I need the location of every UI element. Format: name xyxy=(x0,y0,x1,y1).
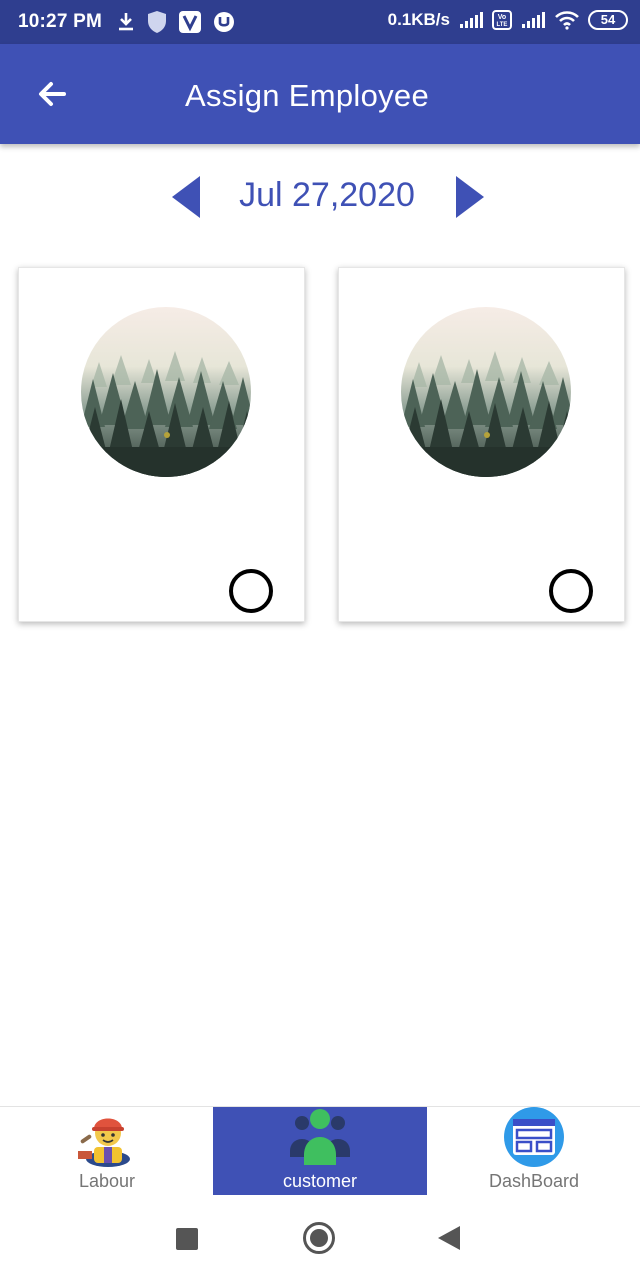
app-bar: Assign Employee xyxy=(0,44,640,144)
shield-icon xyxy=(148,11,166,33)
next-date-button[interactable] xyxy=(452,174,486,220)
system-navigation-bar xyxy=(0,1196,640,1280)
dashboard-icon xyxy=(504,1107,564,1167)
employee-card[interactable] xyxy=(338,267,625,622)
users-group-icon xyxy=(290,1109,350,1165)
select-radio-button[interactable] xyxy=(229,569,273,613)
nav-item-customer[interactable]: customer xyxy=(213,1107,427,1195)
status-time: 10:27 PM xyxy=(18,11,102,32)
date-navigator: Jul 27,2020 xyxy=(0,170,640,226)
nav-item-dashboard[interactable]: DashBoard xyxy=(427,1107,640,1195)
signal-icon xyxy=(522,12,545,28)
signal-icon xyxy=(460,12,483,28)
foggy-forest-image xyxy=(401,307,571,477)
employee-avatar xyxy=(81,307,251,477)
volte-icon: Vo LTE xyxy=(492,10,512,30)
date-label: Jul 27,2020 xyxy=(239,176,415,214)
employee-avatar xyxy=(401,307,571,477)
recents-button[interactable] xyxy=(176,1228,198,1250)
nav-label: customer xyxy=(282,1171,358,1191)
back-button[interactable] xyxy=(34,78,74,110)
triangle-left-icon xyxy=(172,176,200,218)
status-right: 0.1KB/s Vo LTE 54 xyxy=(388,10,628,30)
bottom-navigation: Labour customer DashBoard xyxy=(0,1106,640,1196)
download-icon xyxy=(119,13,133,31)
previous-date-button[interactable] xyxy=(170,174,204,220)
battery-level: 54 xyxy=(600,12,616,27)
nav-label: DashBoard xyxy=(488,1171,580,1191)
wifi-icon xyxy=(555,11,579,30)
construction-worker-icon xyxy=(78,1118,130,1167)
home-button[interactable] xyxy=(303,1222,335,1254)
employee-card[interactable] xyxy=(18,267,305,622)
status-bar: 10:27 PM 0.1KB/s Vo LTE 54 xyxy=(0,0,640,44)
svg-text:LTE: LTE xyxy=(497,22,508,28)
v-app-icon xyxy=(179,11,201,33)
nav-item-labour[interactable]: Labour xyxy=(0,1107,214,1195)
svg-text:Vo: Vo xyxy=(498,14,506,21)
status-left-icons xyxy=(116,10,236,34)
foggy-forest-image xyxy=(81,307,251,477)
net-speed: 0.1KB/s xyxy=(387,10,450,29)
arrow-left-icon xyxy=(39,82,66,106)
page-title: Assign Employee xyxy=(185,78,430,113)
battery-icon: 54 xyxy=(588,10,628,30)
system-back-button[interactable] xyxy=(438,1226,460,1250)
triangle-right-icon xyxy=(456,176,484,218)
select-radio-button[interactable] xyxy=(549,569,593,613)
nav-label: Labour xyxy=(78,1171,136,1191)
torrent-icon xyxy=(214,12,234,32)
